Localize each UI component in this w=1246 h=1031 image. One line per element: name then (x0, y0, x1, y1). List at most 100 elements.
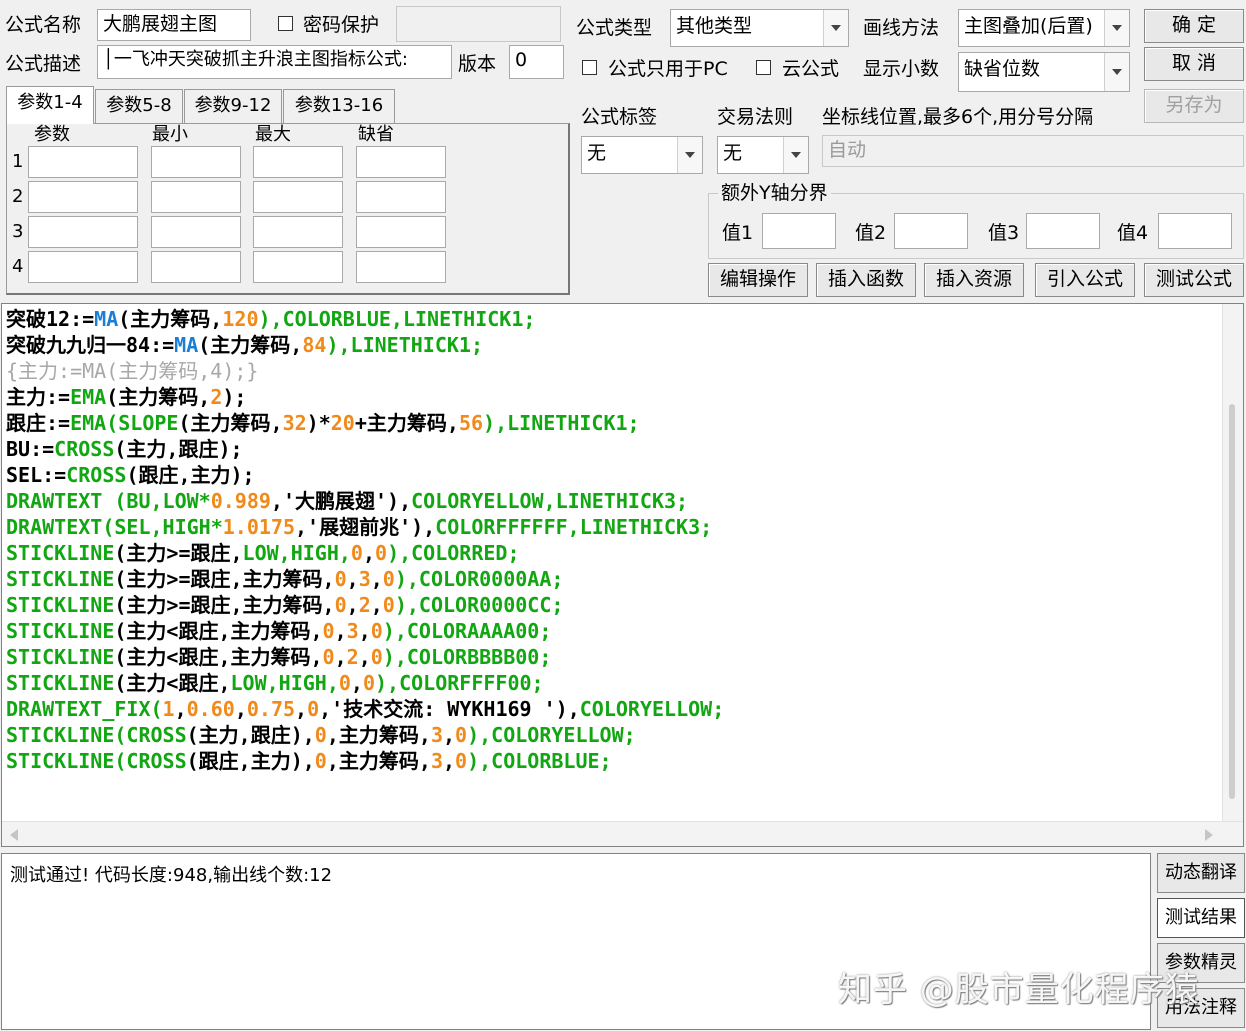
code-token: 0.60 (186, 697, 235, 721)
code-token: ),LINETHICK1; (483, 411, 640, 435)
tab-test-result[interactable]: 测试结果 (1157, 898, 1245, 938)
param-default-input[interactable] (356, 251, 446, 283)
param-default-input[interactable] (356, 181, 446, 213)
param-max-input[interactable] (253, 216, 343, 248)
code-token: 2 (346, 645, 359, 669)
code-token: , (358, 619, 371, 643)
y-value-input[interactable] (762, 213, 836, 249)
insert-function-button[interactable]: 插入函数 (816, 263, 916, 297)
param-name-input[interactable] (28, 216, 138, 248)
rule-label: 交易法则 (717, 106, 794, 128)
code-line: BU:=CROSS(主力,跟庄); (6, 436, 724, 462)
tab-dynamic-translate[interactable]: 动态翻译 (1157, 853, 1245, 893)
code-token: COLORYELLOW; (579, 697, 725, 721)
password-input[interactable] (396, 6, 561, 42)
code-token: , (174, 697, 187, 721)
scroll-right-icon[interactable] (1205, 829, 1213, 841)
param-default-input[interactable] (356, 216, 446, 248)
code-token: 0 (455, 723, 468, 747)
param-max-input[interactable] (253, 251, 343, 283)
code-token: STICKLINE (6, 593, 115, 617)
cloud-checkbox[interactable] (756, 60, 771, 75)
type-label: 公式类型 (576, 17, 653, 39)
code-token: STICKLINE (6, 567, 115, 591)
col-min: 最小 (152, 124, 188, 145)
type-select[interactable]: 其他类型 (670, 9, 849, 47)
decimal-label: 显示小数 (863, 58, 940, 80)
y-value-input[interactable] (894, 213, 968, 249)
coord-label: 坐标线位置,最多6个,用分号分隔 (822, 106, 1094, 128)
code-token: 0 (455, 749, 468, 773)
code-token: DRAWTEXT(SEL,HIGH* (6, 515, 223, 539)
cancel-button[interactable]: 取 消 (1144, 47, 1244, 81)
code-token: 120 (222, 307, 259, 331)
scroll-left-icon[interactable] (10, 829, 18, 841)
code-token: ,主力筹码, (326, 723, 431, 747)
param-min-input[interactable] (151, 216, 241, 248)
ok-button[interactable]: 确 定 (1144, 9, 1244, 43)
param-name-input[interactable] (28, 251, 138, 283)
code-token: , (346, 593, 359, 617)
param-min-input[interactable] (151, 181, 241, 213)
pc-only-checkbox[interactable] (582, 60, 597, 75)
edit-button[interactable]: 编辑操作 (708, 263, 808, 297)
name-input[interactable]: 大鹏展翅主图 (97, 9, 251, 41)
y-value-input[interactable] (1158, 213, 1232, 249)
y-value-input[interactable] (1026, 213, 1100, 249)
param-name-input[interactable] (28, 181, 138, 213)
param-min-input[interactable] (151, 251, 241, 283)
rule-select[interactable]: 无 (717, 136, 809, 174)
y-value-label: 值1 (722, 222, 754, 244)
insert-resource-button[interactable]: 插入资源 (924, 263, 1024, 297)
tab-params-5-8[interactable]: 参数5-8 (95, 89, 183, 123)
code-token: 0 (375, 541, 388, 565)
type-select-value: 其他类型 (676, 15, 753, 37)
code-token: 0 (362, 671, 376, 695)
code-token: STICKLINE (6, 619, 115, 643)
code-line: {主力:=MA(主力筹码,4);} (6, 358, 724, 384)
code-token: ),COLOR0000CC; (394, 593, 564, 617)
code-token: 0 (314, 749, 327, 773)
code-token: (主力筹码, (118, 307, 223, 331)
code-token: ),COLORAAAA00; (382, 619, 552, 643)
code-editor[interactable]: 突破12:=MA(主力筹码,120),COLORBLUE,LINETHICK1;… (1, 303, 1244, 847)
horizontal-scrollbar[interactable] (2, 821, 1243, 846)
code-token: (主力>=跟庄, (114, 541, 243, 565)
code-line: STICKLINE(主力>=跟庄,LOW,HIGH,0,0),COLORRED; (6, 540, 724, 566)
test-formula-button[interactable]: 测试公式 (1144, 263, 1244, 297)
import-formula-button[interactable]: 引入公式 (1035, 263, 1135, 297)
decimal-select[interactable]: 缺省位数 (958, 52, 1130, 92)
code-line: STICKLINE(CROSS(主力,跟庄),0,主力筹码,3,0),COLOR… (6, 722, 724, 748)
coord-input[interactable]: 自动 (822, 135, 1244, 167)
code-token: 0 (382, 593, 395, 617)
tag-select[interactable]: 无 (581, 136, 703, 174)
tab-params-1-4[interactable]: 参数1-4 (6, 86, 94, 124)
save-as-button[interactable]: 另存为 (1144, 89, 1244, 123)
code-token: , (370, 567, 383, 591)
code-text[interactable]: 突破12:=MA(主力筹码,120),COLORBLUE,LINETHICK1;… (6, 306, 724, 774)
param-default-input[interactable] (356, 146, 446, 178)
param-max-input[interactable] (253, 146, 343, 178)
vertical-scrollbar[interactable] (1222, 304, 1243, 824)
tab-params-9-12[interactable]: 参数9-12 (184, 89, 282, 123)
param-name-input[interactable] (28, 146, 138, 178)
code-token: 3 (430, 749, 443, 773)
param-row-number: 4 (12, 256, 24, 277)
chevron-down-icon (783, 137, 808, 173)
param-max-input[interactable] (253, 181, 343, 213)
param-min-input[interactable] (151, 146, 241, 178)
desc-input[interactable]: │一飞冲天突破抓主升浪主图指标公式: (97, 45, 452, 79)
code-token: , (295, 697, 308, 721)
password-checkbox[interactable] (278, 16, 293, 31)
draw-select[interactable]: 主图叠加(后置) (958, 9, 1130, 47)
code-token: )* (306, 411, 331, 435)
code-token: STICKLINE(CROSS (6, 723, 187, 747)
code-line: 主力:=EMA(主力筹码,2); (6, 384, 724, 410)
code-token: ),COLORBLUE,LINETHICK1; (258, 307, 536, 331)
tab-params-13-16[interactable]: 参数13-16 (283, 89, 395, 123)
scroll-thumb[interactable] (1229, 404, 1235, 799)
code-token: COLORYELLOW,LINETHICK3; (411, 489, 689, 513)
code-token: 0 (382, 567, 395, 591)
code-token: 0 (334, 593, 347, 617)
version-input[interactable]: 0 (509, 45, 564, 79)
